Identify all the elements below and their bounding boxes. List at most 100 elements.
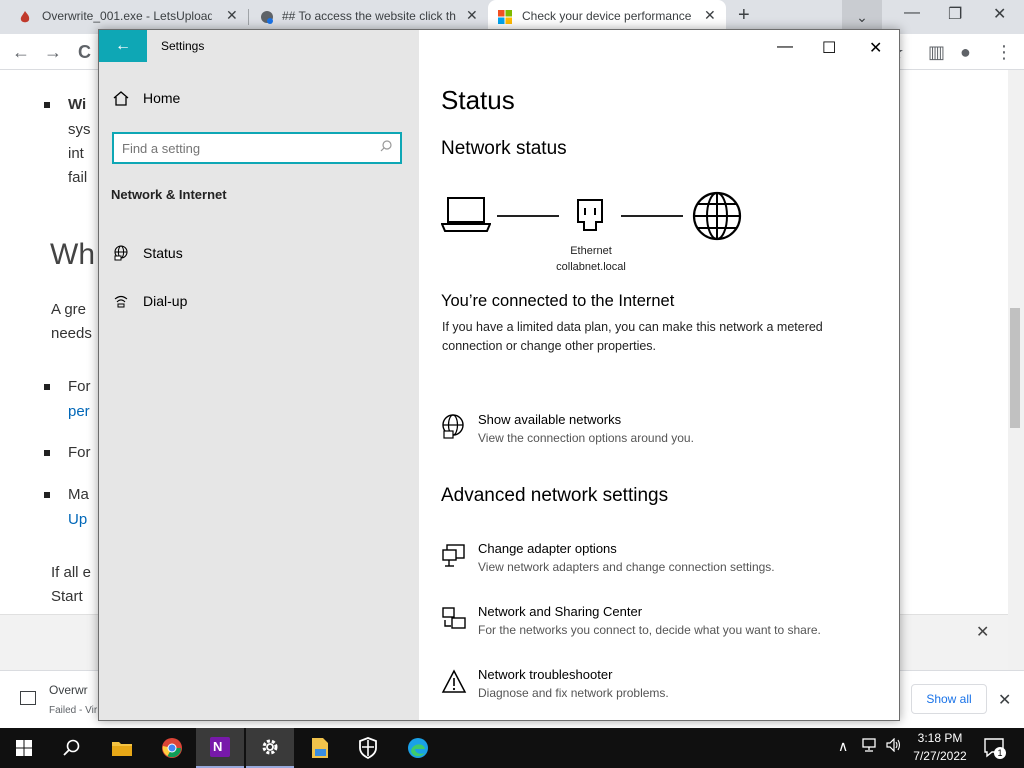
page-text-line: For	[68, 378, 91, 395]
page-text-line: If all e	[51, 564, 92, 581]
taskbar-onenote[interactable]: N	[196, 728, 244, 768]
forward-arrow-icon[interactable]: →	[44, 42, 62, 63]
internet-globe-icon	[692, 191, 742, 241]
taskbar-edge[interactable]	[394, 728, 442, 768]
settings-close-button[interactable]: ✕	[869, 38, 882, 58]
home-label: Home	[143, 90, 181, 106]
side-panel-icon[interactable]: ▥	[928, 42, 945, 63]
settings-minimize-button[interactable]: —	[777, 38, 793, 56]
settings-home-link[interactable]: Home	[111, 90, 180, 106]
browser-close-button[interactable]: ✕	[993, 4, 1006, 24]
security-icon	[359, 737, 377, 759]
network-tray-icon[interactable]	[862, 738, 878, 752]
find-setting-search[interactable]	[112, 132, 402, 164]
home-icon	[113, 91, 129, 106]
browser-maximize-button[interactable]: ❐	[948, 4, 962, 24]
start-button[interactable]	[0, 728, 48, 768]
files-icon	[312, 738, 328, 758]
browser-menu-icon[interactable]: ⋮	[995, 42, 1013, 63]
taskbar-settings[interactable]	[246, 728, 294, 768]
tab-title: Check your device performance a	[522, 9, 694, 23]
page-heading: Wh	[50, 238, 95, 271]
settings-sidebar: ← Settings Home Network & Internet Statu…	[99, 30, 419, 720]
clock-date[interactable]: 7/27/2022	[910, 749, 970, 763]
row-description: View the connection options around you.	[478, 431, 694, 445]
taskbar-chrome[interactable]	[148, 728, 196, 768]
tray-overflow-chevron-icon[interactable]: ∧	[838, 738, 848, 755]
page-text-line: fail	[68, 169, 88, 186]
row-title: Network troubleshooter	[478, 667, 613, 682]
tab-close-icon[interactable]: ✕	[466, 7, 478, 24]
row-title: Change adapter options	[478, 541, 617, 556]
volume-icon[interactable]	[886, 738, 902, 752]
list-bullet	[44, 384, 50, 390]
page-text-line: needs	[51, 325, 92, 342]
connection-line	[621, 215, 683, 217]
connection-status-heading: You’re connected to the Internet	[441, 292, 675, 310]
laptop-icon	[441, 197, 491, 232]
network-status-heading: Network status	[441, 138, 567, 159]
file-explorer-icon	[112, 742, 132, 756]
page-scrollbar-thumb[interactable]	[1010, 308, 1020, 428]
page-text-line: For	[68, 444, 91, 461]
notification-count-badge: 1	[994, 747, 1006, 759]
settings-back-button[interactable]: ←	[99, 30, 147, 62]
browser-minimize-button[interactable]: —	[904, 4, 920, 22]
globe-network-icon	[442, 414, 464, 439]
page-link[interactable]: per	[68, 403, 90, 420]
chrome-icon	[162, 738, 182, 758]
settings-maximize-button[interactable]: ☐	[822, 38, 836, 58]
tab-separator	[248, 9, 249, 25]
advanced-network-settings-heading: Advanced network settings	[441, 485, 669, 506]
settings-main-pane: — ☐ ✕ Status Network status Ethernet col…	[419, 30, 899, 720]
sidebar-item-status[interactable]: Status	[111, 245, 183, 261]
taskbar-search-button[interactable]	[48, 728, 96, 768]
show-all-downloads-button[interactable]: Show all	[911, 684, 987, 714]
settings-window: ← Settings Home Network & Internet Statu…	[98, 29, 900, 721]
taskbar-files[interactable]	[296, 728, 344, 768]
page-link[interactable]: Up	[68, 511, 87, 528]
connection-line	[497, 215, 559, 217]
taskbar-security[interactable]	[344, 728, 392, 768]
list-bullet	[44, 102, 50, 108]
page-text-line: A gre	[51, 301, 87, 318]
row-title: Network and Sharing Center	[478, 604, 643, 619]
warning-icon	[441, 669, 467, 693]
taskbar-file-explorer[interactable]	[98, 728, 146, 768]
new-tab-button[interactable]: +	[738, 4, 750, 27]
download-file-icon[interactable]	[20, 691, 36, 705]
list-bullet	[44, 450, 50, 456]
find-setting-input[interactable]	[122, 139, 372, 157]
downloads-close-icon[interactable]: ✕	[998, 690, 1011, 710]
globe-favicon-icon	[261, 11, 273, 24]
tab-close-icon[interactable]: ✕	[704, 7, 716, 24]
adapter-network: collabnet.local	[556, 261, 626, 273]
profile-avatar-icon[interactable]: ●	[960, 42, 971, 63]
download-status: Failed - Vir	[49, 705, 98, 716]
page-text-line: sys	[68, 121, 91, 138]
sidebar-item-label: Dial-up	[143, 293, 188, 309]
adapter-label: Ethernet collabnet.local	[539, 243, 643, 275]
download-file-name[interactable]: Overwr	[49, 683, 88, 697]
globe-icon	[114, 245, 128, 261]
reload-icon[interactable]: C	[78, 42, 91, 63]
clock-time[interactable]: 3:18 PM	[910, 731, 970, 745]
row-description: View network adapters and change connect…	[478, 560, 775, 574]
notification-center-button[interactable]: 1	[983, 737, 1006, 759]
page-text-line: Wi	[68, 96, 87, 113]
search-icon	[380, 140, 392, 152]
connection-status-description: If you have a limited data plan, you can…	[442, 320, 823, 353]
ethernet-icon	[577, 199, 603, 231]
row-title: Show available networks	[478, 412, 622, 427]
tab-close-icon[interactable]: ✕	[226, 7, 238, 24]
onenote-letter: N	[213, 739, 223, 754]
dialup-icon	[114, 295, 128, 308]
feedback-close-icon[interactable]: ✕	[976, 622, 989, 642]
settings-window-title: Settings	[161, 39, 205, 53]
start-icon	[16, 740, 32, 756]
tab-title: Overwrite_001.exe - LetsUpload	[42, 9, 212, 23]
tab-title: ## To access the website click th	[282, 9, 456, 23]
sidebar-item-dial-up[interactable]: Dial-up	[111, 293, 187, 309]
back-arrow-icon[interactable]: ←	[12, 42, 30, 63]
adapter-name: Ethernet	[570, 245, 612, 257]
